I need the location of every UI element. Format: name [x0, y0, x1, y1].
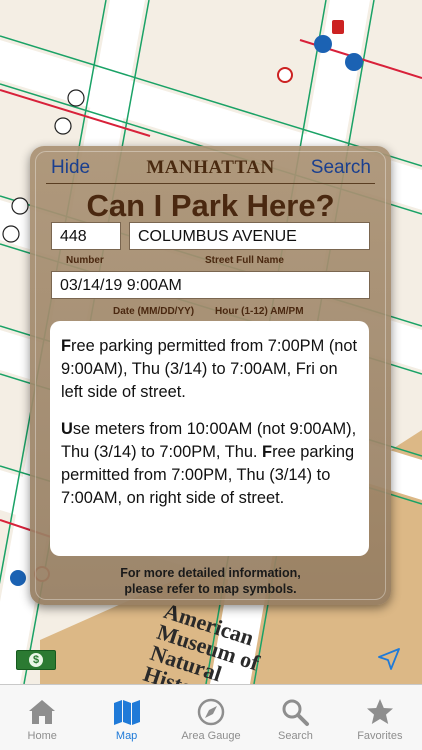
number-label: Number: [66, 255, 104, 266]
street-name-input[interactable]: COLUMBUS AVENUE: [129, 222, 370, 250]
tab-bar: Home Map Area Gauge Search Favorites: [0, 684, 422, 750]
note-line-2: please refer to map symbols.: [124, 582, 297, 596]
tab-home[interactable]: Home: [0, 685, 84, 750]
street-label: Street Full Name: [205, 255, 284, 266]
star-icon: [366, 699, 393, 724]
map-icon: [113, 700, 140, 725]
tab-map[interactable]: Map: [84, 685, 168, 750]
paid-parking-button[interactable]: $: [16, 650, 56, 670]
rule-initial: U: [61, 420, 73, 438]
note-line-1: For more detailed information,: [120, 566, 301, 580]
compass-icon: [197, 698, 225, 726]
search-button[interactable]: Search: [311, 157, 371, 179]
right-side-rule: Use meters from 10:00AM (not 9:00AM), Th…: [61, 418, 359, 510]
tab-label: Map: [115, 730, 138, 742]
rule-initial: F: [61, 337, 72, 355]
rule-initial: F: [262, 443, 273, 461]
tab-label: Area Gauge: [181, 730, 241, 742]
tab-search[interactable]: Search: [253, 685, 337, 750]
rule-text: ree parking permitted from 7:00PM (not 9…: [61, 337, 358, 401]
parking-rules-box: Free parking permitted from 7:00PM (not …: [50, 321, 369, 556]
tab-label: Home: [27, 730, 57, 742]
can-i-park-panel: Hide MANHATTAN Search Can I Park Here? 4…: [30, 146, 391, 605]
tab-favorites[interactable]: Favorites: [338, 685, 422, 750]
tab-area-gauge[interactable]: Area Gauge: [169, 685, 253, 750]
home-icon: [29, 700, 56, 724]
datetime-input[interactable]: 03/14/19 9:00AM: [51, 271, 370, 299]
left-side-rule: Free parking permitted from 7:00PM (not …: [61, 335, 359, 404]
date-label: Date (MM/DD/YY): [113, 306, 195, 317]
tab-label: Favorites: [357, 730, 403, 742]
search-icon: [282, 699, 310, 726]
dollar-icon: $: [29, 653, 43, 667]
header-divider: [46, 183, 375, 184]
tab-label: Search: [277, 730, 313, 742]
location-arrow-icon[interactable]: [376, 646, 402, 672]
street-number-input[interactable]: 448: [51, 222, 121, 250]
hour-label: Hour (1-12) AM/PM: [215, 306, 304, 317]
map-symbols-note: For more detailed information, please re…: [30, 565, 391, 597]
page-title: Can I Park Here?: [86, 188, 335, 223]
